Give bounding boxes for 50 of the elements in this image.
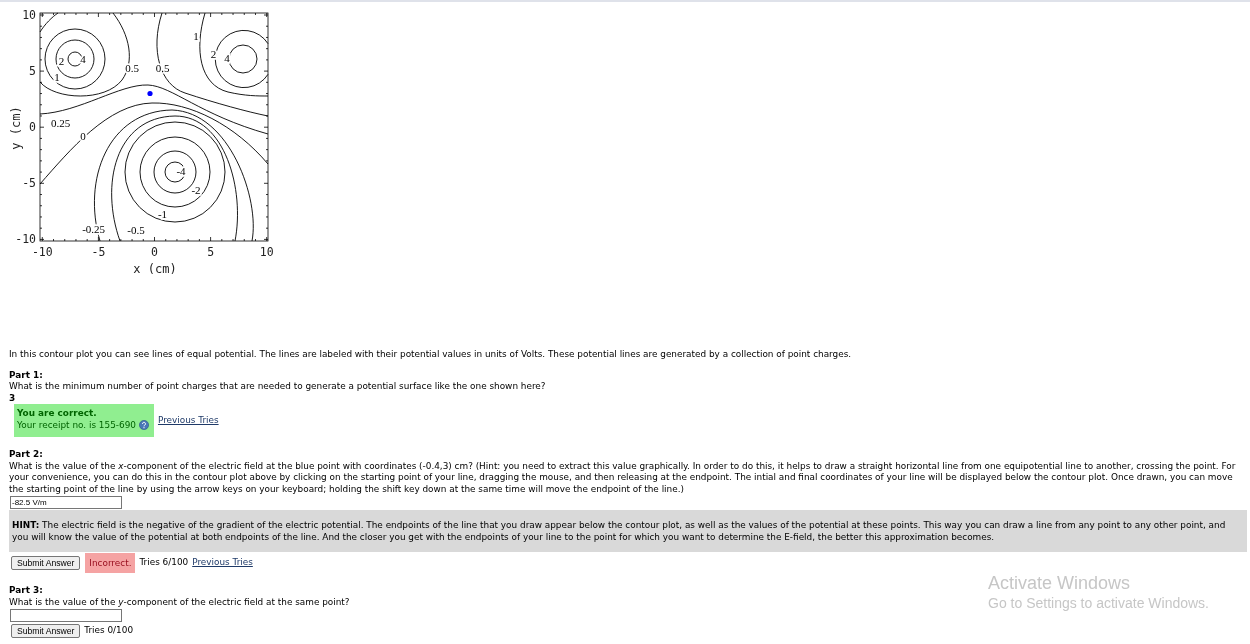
- help-icon[interactable]: [138, 420, 149, 431]
- contour-label: -0.25: [82, 222, 106, 235]
- axis-tick-label: 5: [29, 64, 36, 79]
- axis-title: x (cm): [133, 262, 177, 276]
- axis-tick-label: 0: [151, 245, 158, 259]
- part-heading: Part 1:: [9, 369, 43, 381]
- axis-title: y (cm): [9, 106, 23, 150]
- submit-button[interactable]: Submit Answer: [11, 624, 81, 638]
- feedback-title: You are correct.: [17, 408, 98, 420]
- question-text: What is the minimum number of point charges that are needed to generate a potential surface like the one shown here?: [9, 381, 547, 393]
- answer-text: 3: [9, 392, 16, 404]
- dot-marker-icon: [147, 90, 153, 97]
- previous-tries-link[interactable]: Previous Tries: [157, 414, 219, 427]
- axis-tick-label: 10: [22, 8, 36, 22]
- contour-label: 2: [58, 55, 65, 68]
- contour-label: 0.25: [51, 117, 71, 129]
- contour-label: 1: [54, 71, 60, 83]
- contour-label: -4: [176, 165, 186, 177]
- receipt-text: Your receipt no. is 155-690: [17, 419, 136, 431]
- axis-tick-label: 10: [259, 245, 274, 259]
- activation-text: Go to Settings to activate Windows.: [988, 594, 1209, 612]
- contour-label: 4: [224, 52, 230, 64]
- activation-title: Activate Windows: [988, 572, 1131, 594]
- feedback-label: Incorrect.: [85, 553, 136, 573]
- axis-tick-label: -10: [15, 232, 36, 247]
- contour-label: -2: [191, 184, 201, 196]
- axis-tick-label: -10: [31, 245, 53, 259]
- answer-field[interactable]: [10, 609, 122, 622]
- previous-tries-link[interactable]: Previous Tries: [192, 557, 253, 569]
- contour-label: 2: [210, 47, 217, 60]
- tries-counter: Tries 6/100: [139, 557, 189, 569]
- contour-label: 0.5: [125, 62, 139, 74]
- part-heading: Part 2:: [9, 449, 43, 461]
- axis-tick-label: 0: [29, 120, 36, 135]
- tries-counter: Tries 0/100: [84, 625, 134, 637]
- question-text: What is the value of the y-component of the electric field at the same point?: [9, 596, 351, 608]
- axis-tick-label: 5: [207, 245, 215, 259]
- part-heading: Part 3:: [9, 585, 43, 597]
- contour-label: -0.5: [127, 224, 145, 236]
- contour-label: 1: [193, 30, 199, 42]
- intro-text: In this contour plot you can see lines of equal potential. The lines are labeled with their potential values in units of Volts. These potential lines are generated by a collection of point charges.: [9, 349, 852, 361]
- axis-tick-label: -5: [22, 176, 36, 191]
- contour-label: 0.5: [155, 62, 170, 74]
- contour-label: -1: [157, 208, 168, 220]
- answer-field[interactable]: -82.5 V/m: [10, 496, 122, 509]
- contour-label: 4: [80, 53, 86, 65]
- submit-button[interactable]: Submit Answer: [11, 556, 81, 570]
- axis-tick-label: -5: [91, 245, 106, 259]
- question-text: What is the value of the x-component of the electric field at the blue point with coordinates (-0.4,3) cm? (Hint: you need to extract this value graphically. In order to do this, it helps to draw a straight horizontal line from one equipotential line to another, crossing the point. For your convenience, you can do this in the contour plot above by clicking on the starting point of your line, dragging the mouse, and then releasing at the endpoint. The intial and final coordinates of your line will be displayed below the contour plot. Once drawn, you can move the starting point of the line by using the arrow keys on your keyboard; holding the shift key down at the same time will move the endpoint of the line.): [9, 460, 1237, 495]
- hint-text: HINT: The electric field is the negative of the gradient of the electric potential. The endpoints of the line that you draw appear below the contour plot, as well as the values of the potential at these points. This way you can draw a line from any point to any other point, and you will know the value of the potential at both endpoints of the line. And the closer you get with the endpoints of your line to the point for which you want to determine the E-field, the better this approximation becomes.: [9, 510, 1247, 552]
